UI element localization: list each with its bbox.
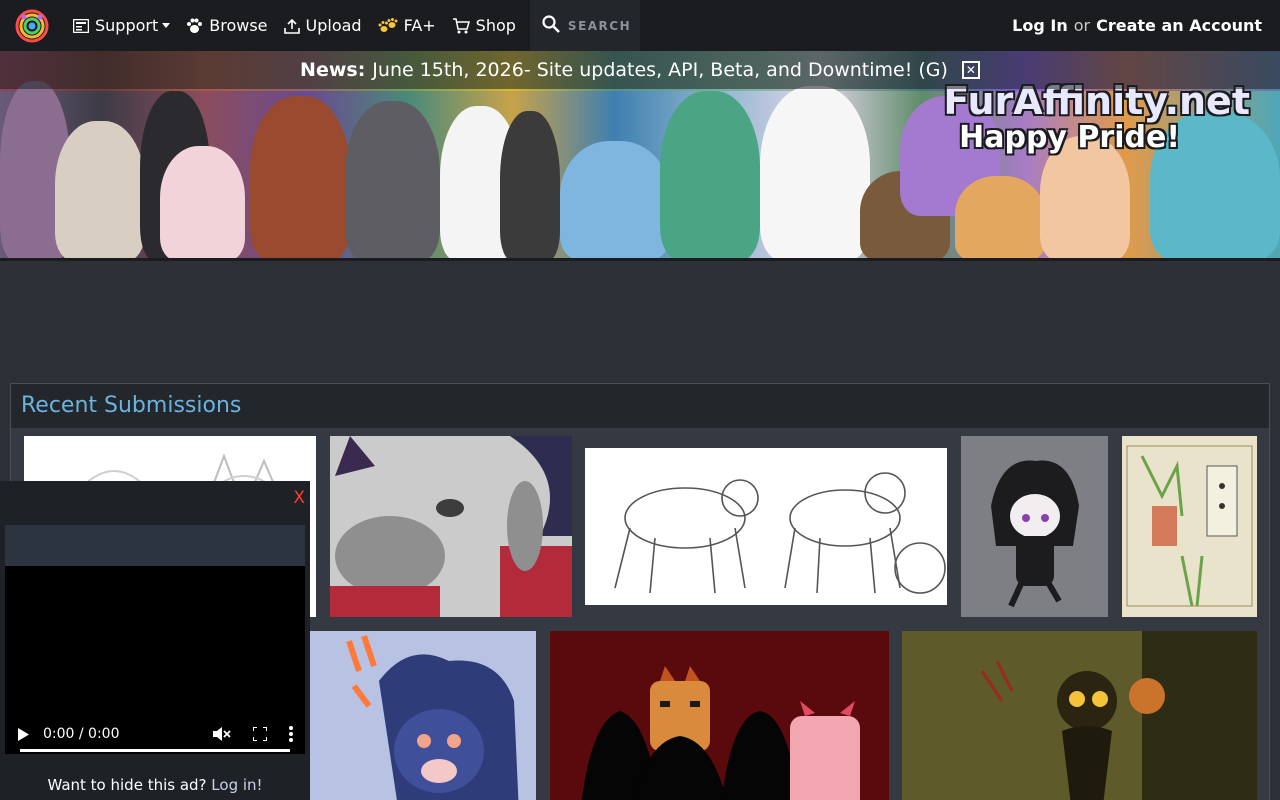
play-icon[interactable] <box>17 727 29 741</box>
paw-icon <box>186 18 203 34</box>
paws-gold-icon <box>378 17 398 34</box>
section-title: Recent Submissions <box>21 393 242 418</box>
video-time: 0:00 / 0:00 <box>43 726 120 742</box>
banner-tagline: Happy Pride! <box>959 120 1180 155</box>
search-box[interactable] <box>529 0 640 51</box>
ad-hint: Want to hide this ad? Log in! <box>0 776 310 794</box>
login-link[interactable]: Log In <box>1012 16 1068 35</box>
fullscreen-icon[interactable] <box>253 727 267 741</box>
upload-icon <box>283 18 300 34</box>
ad-header-strip <box>5 525 305 566</box>
auth-or-text: or <box>1073 16 1091 35</box>
banner-character <box>660 91 760 261</box>
banner-character <box>760 86 870 261</box>
nav-faplus[interactable]: FA+ <box>370 0 444 51</box>
nav-browse-label: Browse <box>209 16 268 35</box>
news-bar: News: June 15th, 2026- Site updates, API… <box>0 51 1280 89</box>
search-icon[interactable] <box>542 14 560 37</box>
nav-support-label: Support <box>95 16 159 35</box>
banner-character <box>160 146 245 261</box>
banner-character <box>955 176 1045 261</box>
video-ad-overlay: X 0:00 / 0:00 Want to hide this ad? Log … <box>0 481 310 800</box>
banner-character <box>345 101 440 261</box>
auth-links: Log In or Create an Account <box>1012 0 1262 51</box>
nav-upload-label: Upload <box>305 16 362 35</box>
chevron-down-icon <box>162 23 171 28</box>
ad-space <box>0 264 1280 382</box>
paw-rainbow-logo-icon[interactable] <box>15 9 49 43</box>
video-progress-bar[interactable] <box>20 749 290 752</box>
banner-character <box>55 121 145 261</box>
banner-character <box>560 141 670 261</box>
video-player[interactable]: 0:00 / 0:00 <box>5 566 305 754</box>
mute-icon[interactable] <box>213 726 231 742</box>
submission-thumbnail[interactable] <box>550 631 889 800</box>
search-input[interactable] <box>567 18 638 33</box>
submission-thumbnail[interactable] <box>585 448 947 605</box>
nav-shop[interactable]: Shop <box>444 0 524 51</box>
nav-browse[interactable]: Browse <box>178 0 275 51</box>
banner-brand: FurAffinity.net Happy Pride! <box>943 81 1250 155</box>
news-close-icon[interactable]: ✕ <box>961 61 980 79</box>
news-link[interactable]: June 15th, 2026- Site updates, API, Beta… <box>372 59 948 81</box>
cart-icon <box>452 17 470 34</box>
ad-hint-text: Want to hide this ad? <box>47 776 207 794</box>
submission-thumbnail[interactable] <box>961 436 1108 617</box>
submission-thumbnail[interactable] <box>1122 436 1257 617</box>
more-options-icon[interactable] <box>289 726 293 742</box>
nav-upload[interactable]: Upload <box>276 0 370 51</box>
section-header: Recent Submissions <box>11 384 1269 428</box>
banner-character <box>500 111 560 261</box>
news-label: News: <box>300 59 366 81</box>
video-controls: 0:00 / 0:00 <box>5 714 305 754</box>
nav-faplus-label: FA+ <box>403 16 436 35</box>
top-nav: Support Browse Upload FA+ Shop Log In o <box>0 0 1280 51</box>
banner-divider <box>0 258 1280 261</box>
ad-close-button[interactable]: X <box>293 488 305 508</box>
newspaper-icon <box>73 18 89 33</box>
create-account-link[interactable]: Create an Account <box>1096 16 1262 35</box>
nav-shop-label: Shop <box>475 16 516 35</box>
ad-login-link[interactable]: Log in! <box>211 776 262 794</box>
submission-thumbnail[interactable] <box>902 631 1257 800</box>
banner-character <box>250 96 350 261</box>
nav-support[interactable]: Support <box>65 0 178 51</box>
submission-thumbnail[interactable] <box>330 436 572 617</box>
submission-thumbnail[interactable] <box>309 631 536 800</box>
